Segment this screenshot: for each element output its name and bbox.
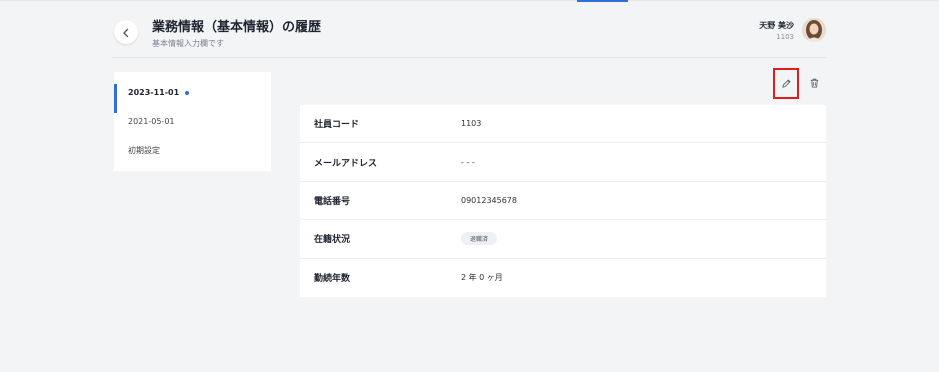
history-item-label: 初期設定 (128, 146, 160, 155)
avatar-image (802, 18, 826, 42)
edit-button[interactable] (773, 68, 799, 99)
field-value: 09012345678 (461, 195, 517, 205)
field-value: 1103 (461, 119, 482, 129)
history-list: 2023-11-01 2021-05-01 初期設定 (114, 72, 271, 171)
table-row: 勤続年数 2 年 0 ヶ月 (300, 259, 826, 297)
field-label: 在籍状況 (314, 235, 351, 246)
history-item-label: 2023-11-01 (128, 88, 180, 97)
status-badge: 退職済 (461, 232, 498, 246)
field-label: 電話番号 (314, 196, 351, 207)
history-item-2023-11-01[interactable]: 2023-11-01 (114, 78, 271, 113)
pencil-icon (781, 74, 792, 93)
page-header: 業務情報（基本情報）の履歴 基本情報入力欄です 天野 美沙 1103 (112, 14, 826, 58)
user-id: 1103 (776, 33, 794, 41)
back-button[interactable] (114, 20, 138, 44)
chevron-left-icon (121, 23, 131, 42)
page-subtitle: 基本情報入力欄です (152, 39, 224, 48)
trash-icon (809, 74, 820, 93)
top-border (0, 0, 939, 1)
history-item-initial[interactable]: 初期設定 (114, 136, 271, 165)
avatar[interactable] (802, 18, 826, 42)
header-divider (112, 57, 826, 58)
field-value: - - - (461, 157, 475, 167)
user-name: 天野 美沙 (759, 21, 794, 30)
tab-indicator (577, 0, 628, 2)
field-label: 社員コード (314, 120, 360, 131)
field-value: 2 年 0 ヶ月 (461, 273, 503, 283)
table-row: メールアドレス - - - (300, 143, 826, 182)
history-item-2021-05-01[interactable]: 2021-05-01 (114, 107, 271, 136)
table-row: 社員コード 1103 (300, 105, 826, 144)
field-label: 勤続年数 (314, 274, 351, 285)
field-label: メールアドレス (314, 158, 378, 169)
table-row: 電話番号 09012345678 (300, 182, 826, 221)
table-row: 在籍状況 退職済 (300, 220, 826, 259)
active-indicator-dot (185, 90, 190, 95)
page-title: 業務情報（基本情報）の履歴 (152, 20, 322, 35)
delete-button[interactable] (804, 72, 824, 94)
history-item-label: 2021-05-01 (128, 117, 175, 126)
detail-table: 社員コード 1103 メールアドレス - - - 電話番号 0901234567… (300, 105, 826, 297)
